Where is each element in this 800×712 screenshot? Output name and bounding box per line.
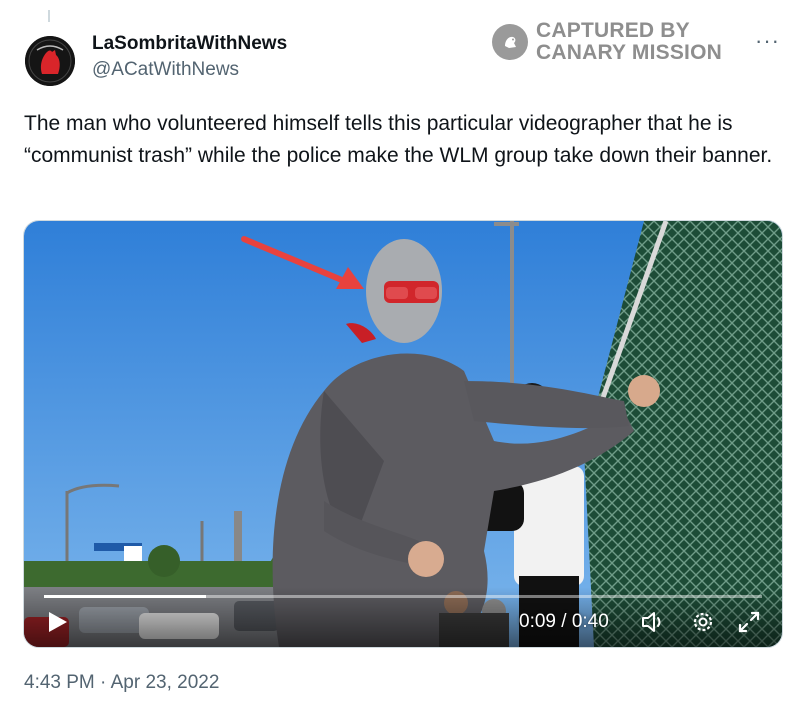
video-progress-bar[interactable] xyxy=(44,595,762,598)
user-handle[interactable]: @ACatWithNews xyxy=(92,59,239,81)
video-controls: 0:09 / 0:40 xyxy=(24,587,782,647)
canary-logo-icon xyxy=(492,24,528,60)
video-player[interactable]: 0:09 / 0:40 xyxy=(23,220,783,648)
watermark-line-1: CAPTURED BY xyxy=(536,19,690,42)
volume-icon[interactable] xyxy=(640,609,666,635)
avatar-image xyxy=(25,36,75,86)
display-name[interactable]: LaSombritaWithNews xyxy=(92,33,287,55)
watermark-line-2: CANARY MISSION xyxy=(536,41,722,64)
video-time: 0:09 / 0:40 xyxy=(519,611,609,632)
play-icon[interactable] xyxy=(44,609,70,635)
settings-icon[interactable] xyxy=(690,609,716,635)
fullscreen-icon[interactable] xyxy=(736,609,762,635)
video-progress-fill xyxy=(44,595,206,598)
more-options-button[interactable]: ··· xyxy=(755,28,780,54)
avatar[interactable] xyxy=(25,36,75,86)
tweet-timestamp[interactable]: 4:43 PM · Apr 23, 2022 xyxy=(24,672,219,694)
canary-mission-watermark: CAPTURED BY CANARY MISSION xyxy=(492,20,722,64)
video-frame xyxy=(24,221,782,647)
thread-line xyxy=(48,10,50,22)
tweet-text: The man who volunteered himself tells th… xyxy=(24,112,773,167)
